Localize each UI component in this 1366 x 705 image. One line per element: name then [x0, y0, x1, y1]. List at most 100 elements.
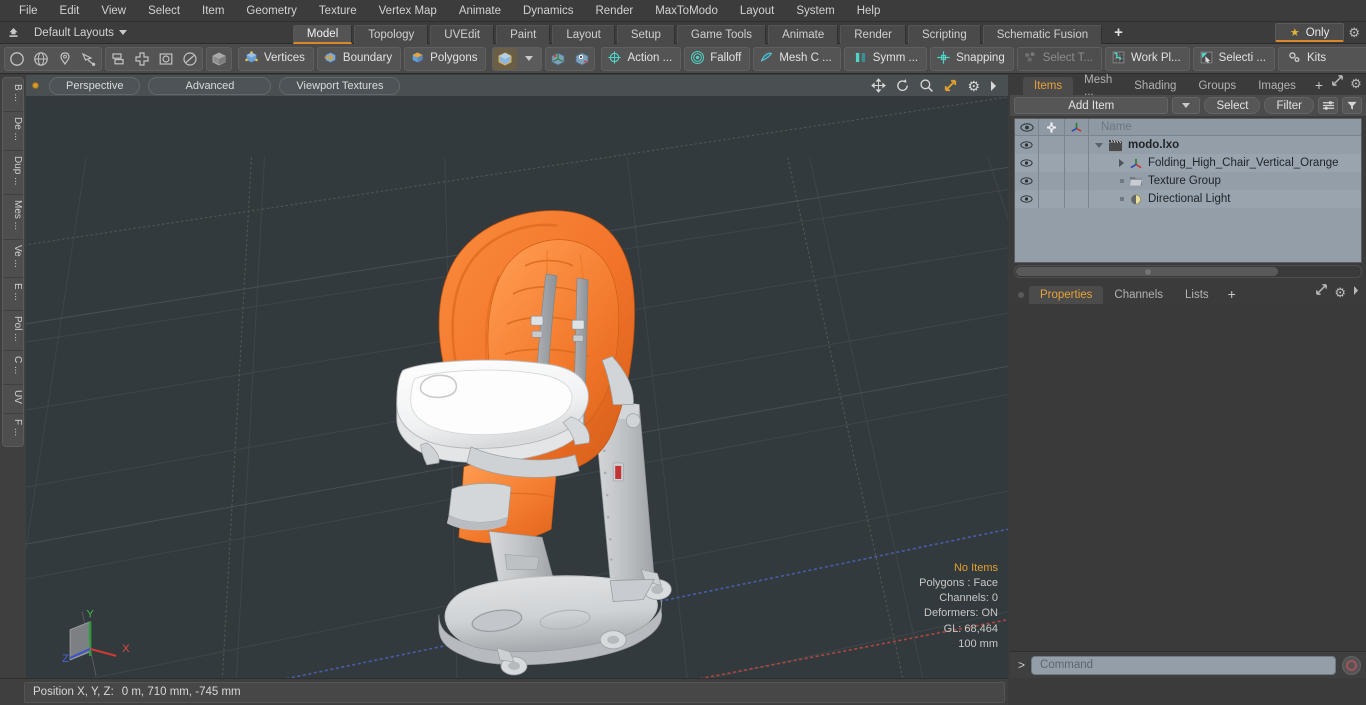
panel-tab-items[interactable]: Items [1023, 77, 1074, 95]
layout-tab-layout[interactable]: Layout [552, 24, 615, 44]
panel-tab-mesh[interactable]: Mesh ... [1073, 74, 1123, 98]
row-visibility-eye-icon[interactable] [1015, 172, 1039, 190]
axis-cube-b-icon[interactable] [570, 48, 594, 70]
left-tool-tab-3[interactable]: Mes ... [3, 195, 23, 241]
chevron-right-icon[interactable] [1119, 159, 1124, 167]
item-tree-horizontal-scrollbar[interactable] [1014, 265, 1362, 278]
panel-tab-groups[interactable]: Groups [1187, 77, 1247, 95]
row-axis-cell[interactable] [1065, 190, 1089, 208]
panel-tab-shading[interactable]: Shading [1123, 77, 1187, 95]
mode-button-polygons[interactable]: Polygons [404, 46, 487, 71]
list-options-icon[interactable] [1318, 97, 1338, 114]
select-button[interactable]: Select [1204, 97, 1261, 114]
panel-tab-channels[interactable]: Channels [1103, 286, 1174, 304]
viewport-active-dot-icon[interactable] [32, 82, 39, 89]
table-row[interactable]: Folding_High_Chair_Vertical_Orange [1015, 154, 1361, 172]
element-circle-icon[interactable] [178, 48, 202, 70]
add-item-chevron-down-icon[interactable] [1172, 97, 1201, 114]
menu-item-animate[interactable]: Animate [448, 2, 512, 20]
chevron-down-icon[interactable] [1095, 142, 1103, 148]
viewport-pill-advanced[interactable]: Advanced [148, 76, 272, 95]
command-input[interactable]: Command [1031, 655, 1336, 675]
layout-tab-schematic-fusion[interactable]: Schematic Fusion [982, 24, 1103, 44]
row-axis-cell[interactable] [1065, 172, 1089, 190]
menu-item-texture[interactable]: Texture [308, 2, 368, 20]
tool-button-kits[interactable]: Kits [1277, 46, 1366, 71]
expand-icon[interactable] [1315, 283, 1328, 301]
list-item[interactable]: modo.lxo [1089, 139, 1361, 152]
menu-item-render[interactable]: Render [584, 2, 644, 20]
gear-icon[interactable]: ⚙ [1334, 286, 1346, 299]
axis-cube-a-icon[interactable] [546, 48, 570, 70]
left-tool-tab-7[interactable]: C ... [3, 351, 23, 385]
pan-icon[interactable] [871, 78, 887, 93]
row-visibility-eye-icon[interactable] [1015, 154, 1039, 172]
layout-tab-topology[interactable]: Topology [354, 24, 429, 44]
default-layouts-dropdown[interactable]: Default Layouts [24, 27, 133, 39]
only-toggle-button[interactable]: ★ Only [1274, 23, 1345, 42]
chevron-right-icon[interactable] [1352, 283, 1360, 301]
gear-icon[interactable]: ⚙ [1348, 25, 1360, 41]
table-row[interactable]: modo.lxo [1015, 136, 1361, 154]
menu-item-vertex-map[interactable]: Vertex Map [368, 2, 448, 20]
row-visibility-eye-icon[interactable] [1015, 190, 1039, 208]
properties-panel-body[interactable] [1010, 304, 1366, 651]
lasso-select-icon[interactable] [53, 48, 77, 70]
panel-tab-lists[interactable]: Lists [1174, 286, 1220, 304]
layout-tab-scripting[interactable]: Scripting [907, 24, 981, 44]
viewport-pill-perspective[interactable]: Perspective [49, 76, 141, 95]
mode-button-boundary[interactable]: Boundary [316, 46, 402, 71]
menu-item-maxtomodo[interactable]: MaxToModo [644, 2, 729, 20]
tool-button-work-plane[interactable]: Work Pl... [1105, 46, 1190, 71]
globe-select-icon[interactable] [29, 48, 53, 70]
menu-item-view[interactable]: View [90, 2, 137, 20]
layout-tab-setup[interactable]: Setup [616, 24, 675, 44]
expand-icon[interactable] [1331, 74, 1344, 92]
left-tool-tab-5[interactable]: E ... [3, 278, 23, 311]
add-item-button[interactable]: Add Item [1014, 97, 1169, 114]
fit-icon[interactable] [943, 78, 958, 93]
left-tool-tab-8[interactable]: UV [3, 385, 23, 414]
layout-tab-render[interactable]: Render [840, 24, 906, 44]
record-icon[interactable] [1342, 655, 1361, 675]
row-lock-cell[interactable] [1039, 190, 1065, 208]
solid-cube-icon[interactable] [207, 48, 231, 70]
mode-button-vertices[interactable]: Vertices [238, 46, 314, 71]
paint-select-icon[interactable] [77, 48, 101, 70]
table-row[interactable]: Directional Light [1015, 190, 1361, 208]
row-lock-cell[interactable] [1039, 136, 1065, 154]
row-lock-cell[interactable] [1039, 154, 1065, 172]
tool-button-symmetry[interactable]: Symm ... [843, 46, 928, 71]
tool-button-select-through[interactable]: Select T... [1016, 46, 1103, 71]
add-panel-tab-button[interactable]: + [1307, 77, 1331, 95]
add-layout-tab-button[interactable]: + [1104, 24, 1133, 41]
menu-item-select[interactable]: Select [137, 2, 191, 20]
left-tool-tab-6[interactable]: Pol ... [3, 311, 23, 352]
list-item[interactable]: Folding_High_Chair_Vertical_Orange [1089, 157, 1361, 170]
chevron-right-icon[interactable] [989, 80, 998, 92]
gear-icon[interactable]: ⚙ [1350, 77, 1362, 90]
circle-select-icon[interactable] [5, 48, 29, 70]
tool-button-snapping[interactable]: Snapping [930, 46, 1014, 71]
table-row[interactable]: Texture Group [1015, 172, 1361, 190]
menu-item-edit[interactable]: Edit [49, 2, 91, 20]
layout-tab-paint[interactable]: Paint [496, 24, 551, 44]
rotate-icon[interactable] [895, 78, 910, 93]
item-cube-icon[interactable] [493, 47, 518, 70]
left-tool-tab-2[interactable]: Dup ... [3, 151, 23, 196]
menu-item-layout[interactable]: Layout [729, 2, 786, 20]
tool-button-falloff[interactable]: Falloff [684, 46, 751, 71]
zoom-icon[interactable] [919, 78, 934, 93]
add-properties-tab-button[interactable]: + [1220, 286, 1244, 304]
left-tool-tab-4[interactable]: Ve ... [3, 240, 23, 278]
menu-item-dynamics[interactable]: Dynamics [512, 2, 584, 20]
menu-item-geometry[interactable]: Geometry [235, 2, 308, 20]
menu-item-system[interactable]: System [785, 2, 845, 20]
item-mode-chevron-down-icon[interactable] [517, 48, 541, 70]
layout-tab-model[interactable]: Model [292, 24, 353, 44]
3d-viewport[interactable]: Y X Z No Items Polygons : Face Channels:… [26, 97, 1008, 678]
menu-item-item[interactable]: Item [191, 2, 235, 20]
properties-drag-dot-icon[interactable] [1018, 292, 1024, 298]
left-tool-tab-0[interactable]: B ... [3, 79, 23, 112]
layout-tab-uvedit[interactable]: UVEdit [430, 24, 495, 44]
